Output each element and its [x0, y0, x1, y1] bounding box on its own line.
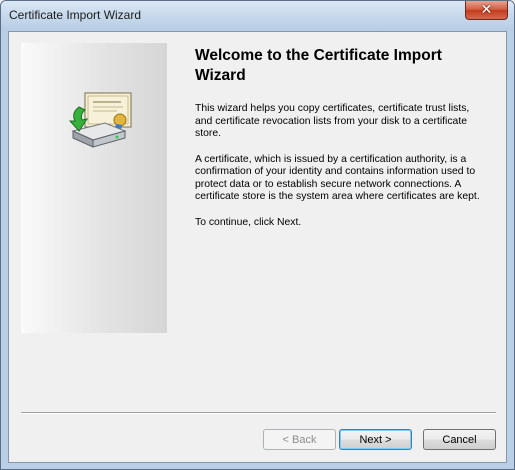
footer-divider — [21, 412, 496, 414]
close-icon: ✕ — [480, 2, 493, 18]
intro-paragraph: This wizard helps you copy certificates,… — [195, 103, 470, 139]
next-button[interactable]: Next > — [339, 429, 412, 450]
title-bar[interactable]: Certificate Import Wizard ✕ — [1, 1, 514, 31]
back-button[interactable]: < Back — [263, 429, 336, 450]
wizard-content: Welcome to the Certificate Import Wizard… — [195, 46, 487, 242]
wizard-client-area: Welcome to the Certificate Import Wizard… — [8, 31, 507, 463]
certificate-import-icon — [68, 92, 132, 148]
window-title: Certificate Import Wizard — [9, 8, 142, 22]
close-button[interactable]: ✕ — [465, 1, 508, 20]
continue-instruction: To continue, click Next. — [195, 216, 302, 228]
wizard-side-panel — [21, 43, 167, 333]
page-title: Welcome to the Certificate Import Wizard — [195, 47, 442, 84]
certificate-description-paragraph: A certificate, which is issued by a cert… — [195, 153, 480, 203]
wizard-window: Certificate Import Wizard ✕ Welcome to t… — [0, 0, 515, 470]
cancel-button[interactable]: Cancel — [423, 429, 496, 450]
